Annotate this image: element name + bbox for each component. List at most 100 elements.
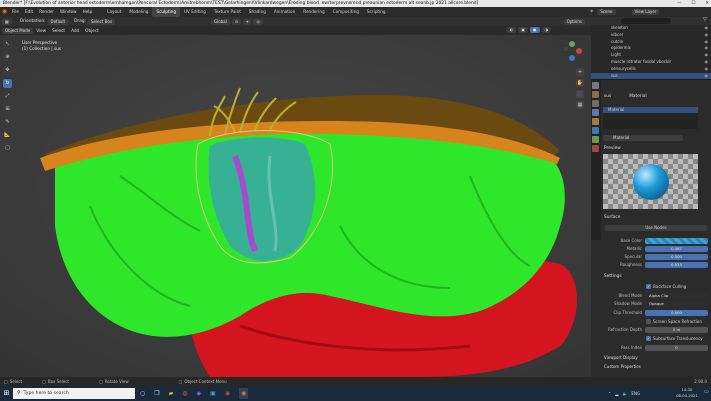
move-tool-icon[interactable]: ✥ — [3, 66, 12, 75]
tab-sculpting[interactable]: Sculpting — [152, 7, 180, 17]
minimize-button[interactable]: — — [677, 0, 681, 7]
tab-shading[interactable]: Shading — [245, 7, 270, 17]
editor-type-icon[interactable]: ▦ — [2, 18, 12, 25]
outliner-item-selected[interactable]: sus ◉ — [591, 72, 711, 80]
maximize-button[interactable]: ☐ — [691, 0, 695, 7]
3d-viewport[interactable] — [0, 26, 591, 377]
annotate-tool-icon[interactable]: ✎ — [3, 118, 12, 127]
material-slot-list[interactable]: Material — [603, 107, 698, 129]
transform-orientation-dropdown[interactable]: Global — [211, 18, 230, 25]
select-tool-icon[interactable]: ↖ — [3, 40, 12, 49]
subsurface-checkbox[interactable]: ✓ — [646, 336, 651, 341]
orientation-dropdown[interactable]: Default — [47, 18, 69, 25]
eye-icon[interactable]: ◉ — [705, 59, 709, 66]
eye-icon[interactable]: ◉ — [705, 66, 709, 73]
custom-properties-section[interactable]: Custom Properties — [604, 364, 641, 369]
roughness-field[interactable]: 0.513 — [645, 262, 708, 268]
outliner-item[interactable]: sensurycells ◉ — [591, 66, 711, 73]
cortana-icon[interactable]: ○ — [140, 388, 145, 399]
scale-tool-icon[interactable]: ⤢ — [3, 92, 12, 101]
outliner-item[interactable]: skeleton ◉ — [591, 25, 711, 32]
camera-icon[interactable]: 🎥 — [576, 90, 584, 98]
menu-edit[interactable]: Edit — [22, 7, 36, 17]
eye-icon[interactable]: ◉ — [705, 39, 709, 46]
tab-rendering[interactable]: Rendering — [299, 7, 328, 17]
measure-tool-icon[interactable]: 📐 — [3, 131, 12, 140]
proportional-icon[interactable]: ◎ — [253, 18, 263, 25]
viewport-overlay-icon[interactable]: ◐ — [506, 27, 517, 33]
use-nodes-button[interactable]: Use Nodes — [605, 225, 707, 231]
tab-scripting[interactable]: Scripting — [363, 7, 390, 17]
tray-arrow-icon[interactable]: ⌃ — [608, 388, 611, 399]
tab-texture-paint[interactable]: Texture Paint — [210, 7, 245, 17]
tab-modeling[interactable]: Modeling — [125, 7, 152, 17]
physics-tab-icon[interactable] — [592, 136, 599, 143]
material-name-field[interactable]: Material — [603, 134, 683, 141]
scene-selector[interactable]: Scene — [597, 9, 616, 15]
add-cube-tool-icon[interactable]: ▢ — [3, 144, 12, 153]
material-shading-icon[interactable]: ◑ — [541, 27, 551, 33]
eye-icon[interactable]: ◉ — [705, 32, 709, 39]
render-tab-icon[interactable] — [592, 91, 599, 98]
volume-icon[interactable]: 🔈 — [622, 388, 627, 399]
view-layer-selector[interactable]: View Layer — [631, 9, 660, 15]
screen-refraction-checkbox[interactable] — [646, 319, 651, 324]
backface-checkbox[interactable]: ✓ — [646, 284, 651, 289]
browser-icon[interactable]: ◍ — [182, 388, 187, 399]
outliner-search-input[interactable] — [621, 18, 671, 24]
eye-icon[interactable]: ◉ — [705, 52, 709, 59]
snap-icon[interactable]: ⌖ — [243, 18, 252, 25]
grid-icon[interactable]: ▦ — [576, 101, 584, 109]
outliner-item[interactable]: cutcle ◉ — [591, 39, 711, 46]
file-explorer-icon[interactable]: ▰ — [169, 388, 174, 399]
eye-icon[interactable]: ◉ — [705, 73, 709, 80]
solid-shading-icon[interactable]: ● — [530, 27, 540, 33]
blender-logo-icon[interactable]: ◉ — [0, 7, 9, 17]
modifier-tab-icon[interactable] — [592, 127, 599, 134]
app-icon[interactable]: ◆ — [197, 388, 202, 399]
app2-icon[interactable]: ◉ — [225, 388, 230, 399]
specular-field[interactable]: 0.500 — [645, 254, 708, 260]
object-tab-icon[interactable] — [592, 118, 599, 125]
transform-tool-icon[interactable]: ⊞ — [3, 105, 12, 114]
zoom-icon[interactable]: + — [576, 68, 584, 76]
shadow-mode-dropdown[interactable]: Opaque — [645, 301, 708, 307]
outliner-item[interactable]: vibcer ◉ — [591, 32, 711, 39]
menu-file[interactable]: File — [9, 7, 22, 17]
scene-tab-icon[interactable] — [592, 109, 599, 116]
viewport-display-section[interactable]: Viewport Display — [604, 355, 638, 360]
surface-section-title[interactable]: Surface — [604, 215, 620, 220]
output-tab-icon[interactable] — [592, 100, 599, 107]
material-slot-item[interactable]: Material — [603, 107, 698, 113]
metallic-field[interactable]: 0.467 — [645, 246, 708, 252]
tab-animation[interactable]: Animation — [270, 7, 299, 17]
eye-icon[interactable]: ◉ — [705, 45, 709, 52]
pass-index-field[interactable]: 0 — [645, 345, 708, 351]
taskbar-search-input[interactable]: ⚲ Type here to search — [13, 388, 135, 399]
material-tab-icon[interactable] — [592, 145, 599, 152]
outliner-item[interactable]: muscle retrator fosdal vbecklr ◉ — [591, 59, 711, 66]
menu-help[interactable]: Help — [80, 7, 96, 17]
drag-dropdown[interactable]: Select Box — [88, 18, 116, 25]
object-mode-dropdown[interactable]: Object Mode — [2, 27, 34, 34]
tab-compositing[interactable]: Compositing — [329, 7, 363, 17]
filter-icon[interactable]: ⛛ — [703, 17, 707, 23]
tab-layout[interactable]: Layout — [103, 7, 125, 17]
refraction-depth-field[interactable]: 0 m — [645, 327, 708, 333]
menu-render[interactable]: Render — [36, 7, 57, 17]
xray-icon[interactable]: ▣ — [518, 27, 528, 33]
pivot-icon[interactable]: ⊙ — [231, 18, 242, 25]
cursor-tool-icon[interactable]: ⊕ — [3, 53, 12, 62]
menu-add[interactable]: Add — [68, 26, 82, 35]
network-icon[interactable]: ▂ — [615, 388, 618, 399]
settings-section-title[interactable]: Settings — [604, 274, 622, 279]
options-dropdown[interactable]: Options — [563, 18, 585, 25]
outliner-item[interactable]: epidermis ◉ — [591, 45, 711, 52]
blender-taskbar-icon[interactable]: ◉ — [239, 388, 249, 399]
close-button[interactable]: ✕ — [705, 0, 709, 7]
notifications-icon[interactable]: ▭ — [704, 389, 709, 395]
outliner-item[interactable]: Light ◉ — [591, 52, 711, 59]
rotate-tool-icon[interactable]: ↻ — [3, 79, 12, 88]
task-view-icon[interactable]: ❐ — [154, 388, 159, 399]
photos-icon[interactable]: ▣ — [210, 388, 216, 399]
